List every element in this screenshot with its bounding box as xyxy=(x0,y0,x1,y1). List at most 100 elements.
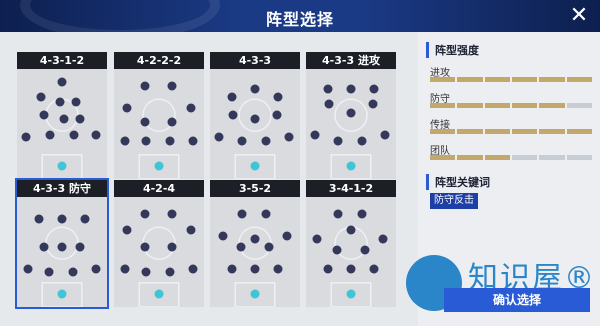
formation-card[interactable]: 4-3-3 进攻 xyxy=(306,52,396,179)
player-dot xyxy=(165,136,175,145)
keyword-tag: 防守反击 xyxy=(430,193,478,209)
player-dot xyxy=(167,242,177,251)
player-dot xyxy=(360,245,370,255)
pitch-diagram xyxy=(114,197,204,307)
confirm-button[interactable]: 确认选择 xyxy=(444,288,590,312)
player-dot xyxy=(39,242,49,251)
player-dot xyxy=(273,92,283,101)
player-dot xyxy=(236,242,246,251)
stat-bar-segment xyxy=(430,129,456,134)
player-dot xyxy=(57,214,67,224)
stat-bar-segment xyxy=(430,77,456,82)
player-dot xyxy=(57,242,67,251)
player-dot xyxy=(346,108,356,118)
pitch-diagram xyxy=(306,69,396,179)
close-button[interactable]: ✕ xyxy=(568,4,590,26)
stat-bar xyxy=(430,129,592,134)
formation-name: 4-2-4 xyxy=(142,182,176,195)
pitch-diagram xyxy=(210,69,300,179)
formation-name: 4-3-3 进攻 xyxy=(322,54,380,67)
keywords-header: 阵型关键词 xyxy=(426,174,490,190)
player-dot xyxy=(273,264,283,273)
goalkeeper-dot xyxy=(346,161,356,171)
player-dot xyxy=(55,97,65,107)
player-dot xyxy=(44,267,54,277)
formation-card[interactable]: 4-3-1-2 xyxy=(17,52,107,179)
stat-bar-segment xyxy=(457,129,483,134)
player-dot xyxy=(357,209,367,218)
formation-info-panel: 阵型强度 进攻 防守 传接 团队 阵型关键词 防守反击 xyxy=(418,32,600,326)
player-dot xyxy=(250,234,260,244)
player-dot xyxy=(141,267,151,277)
player-dot xyxy=(250,114,260,123)
player-dot xyxy=(140,209,150,218)
player-dot xyxy=(218,231,228,240)
player-dot xyxy=(282,231,292,240)
player-dot xyxy=(23,264,33,273)
stat-bar-segment xyxy=(511,155,538,160)
player-dot xyxy=(140,242,150,251)
goalkeeper-dot xyxy=(346,289,356,299)
player-dot xyxy=(34,214,44,224)
stat-bar-segment xyxy=(566,77,592,82)
stat-bar-segment xyxy=(457,103,483,108)
player-dot xyxy=(57,77,67,87)
player-dot xyxy=(140,117,150,127)
player-dot xyxy=(75,114,85,123)
player-dot xyxy=(186,103,196,112)
formation-card[interactable]: 4-3-3 防守 xyxy=(15,178,109,309)
player-dot xyxy=(120,136,130,145)
player-dot xyxy=(357,136,367,145)
stat-bar-segment xyxy=(484,129,510,134)
player-dot xyxy=(333,209,343,218)
player-dot xyxy=(368,99,378,109)
title-bar: 阵型选择 ✕ xyxy=(0,0,600,32)
formation-card[interactable]: 4-2-2-2 xyxy=(114,52,204,179)
stat-bar-segment xyxy=(511,103,538,108)
player-dot xyxy=(59,114,69,123)
player-dot xyxy=(346,264,356,273)
player-dot xyxy=(272,110,282,120)
goalkeeper-dot xyxy=(57,289,67,299)
player-dot xyxy=(45,130,55,140)
stat-bar-segment xyxy=(484,155,510,160)
formation-card[interactable]: 4-3-3 xyxy=(210,52,300,179)
formation-name: 4-3-3 xyxy=(238,54,272,67)
player-dot xyxy=(323,264,333,273)
player-dot xyxy=(186,225,196,235)
pitch-diagram xyxy=(17,69,107,179)
player-dot xyxy=(378,234,388,244)
player-dot xyxy=(36,92,46,101)
formation-name: 3-4-1-2 xyxy=(328,182,374,195)
stat-bar-segment xyxy=(484,77,510,82)
pitch-diagram xyxy=(17,197,107,307)
player-dot xyxy=(120,264,130,273)
stat-bar xyxy=(430,77,592,82)
stat-bar-segment xyxy=(539,103,565,108)
goalkeeper-dot xyxy=(154,161,164,171)
formation-card[interactable]: 3-4-1-2 xyxy=(306,180,396,307)
goalkeeper-dot xyxy=(250,161,260,171)
player-dot xyxy=(312,234,322,244)
stat-bar-segment xyxy=(539,77,565,82)
stat-bar xyxy=(430,155,592,160)
window-title: 阵型选择 xyxy=(265,10,334,29)
player-dot xyxy=(250,264,260,273)
player-dot xyxy=(324,99,334,109)
player-dot xyxy=(346,225,356,235)
player-dot xyxy=(188,264,198,273)
stat-bar xyxy=(430,103,592,108)
pitch-diagram xyxy=(114,69,204,179)
player-dot xyxy=(167,117,177,127)
player-dot xyxy=(75,242,85,251)
stat-bar-segment xyxy=(539,129,565,134)
formation-grid: 4-3-1-2 4-2-2-2 4-3-3 4-3-3 进攻 4-3-3 防守 4-2-4… xyxy=(0,32,418,326)
stat-bar-segment xyxy=(566,129,592,134)
formation-card[interactable]: 3-5-2 xyxy=(210,180,300,307)
player-dot xyxy=(80,214,90,224)
player-dot xyxy=(167,209,177,218)
player-dot xyxy=(140,81,150,90)
player-dot xyxy=(332,245,342,255)
formation-card[interactable]: 4-2-4 xyxy=(114,180,204,307)
formation-name: 3-5-2 xyxy=(238,182,272,195)
